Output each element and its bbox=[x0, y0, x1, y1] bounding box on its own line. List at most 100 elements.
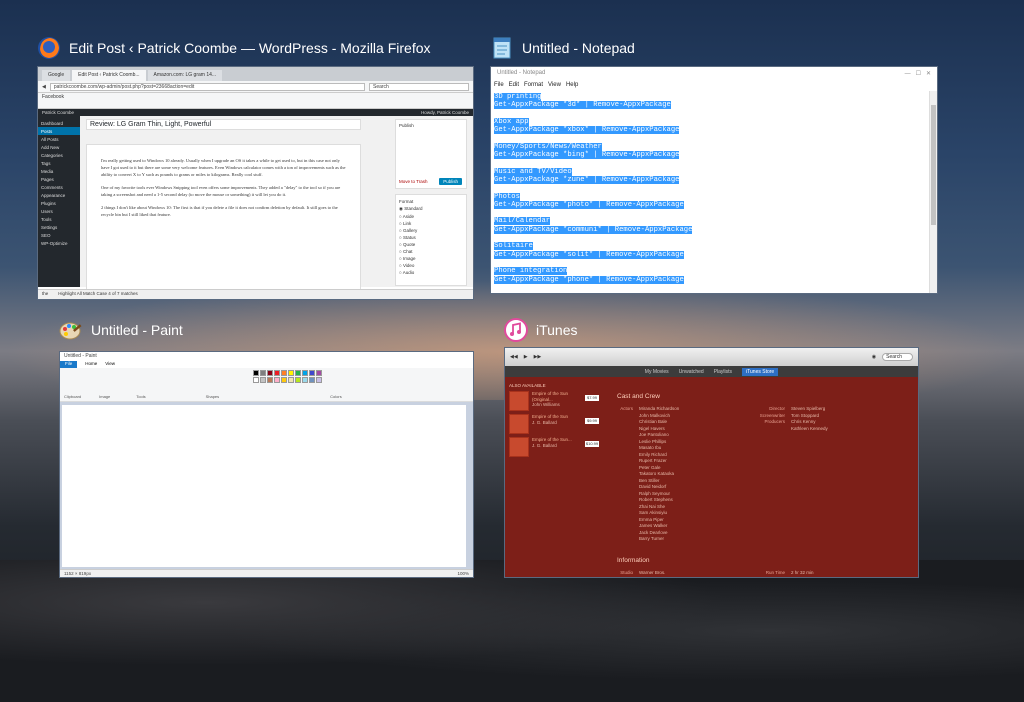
ribbon-tab-home[interactable]: Home bbox=[85, 361, 97, 368]
menu-help[interactable]: Help bbox=[566, 82, 578, 90]
fast-forward-icon[interactable]: ▶▶ bbox=[534, 354, 542, 360]
format-option-status[interactable]: ○ Status bbox=[399, 234, 463, 241]
wp-site-name[interactable]: Patrick Coombe bbox=[42, 109, 74, 116]
wp-menu-plugins[interactable]: Plugins bbox=[38, 199, 80, 207]
ribbon-tab-file[interactable]: File bbox=[60, 361, 78, 368]
palette-color-green[interactable] bbox=[295, 370, 302, 376]
ribbon-group-colors[interactable]: Colors bbox=[330, 394, 342, 399]
account-icon[interactable]: ◉ bbox=[872, 354, 876, 360]
wp-menu-seo[interactable]: SEO bbox=[38, 231, 80, 239]
palette-color-darkred[interactable] bbox=[267, 370, 274, 376]
producer-link[interactable]: Kathleen Kennedy bbox=[791, 426, 828, 433]
wp-menu-wp-optimize[interactable]: WP-Optimize bbox=[38, 239, 80, 247]
ribbon-group-clipboard[interactable]: Clipboard bbox=[64, 394, 81, 399]
ribbon-group-image[interactable]: Image bbox=[99, 394, 110, 399]
notepad-thumbnail[interactable]: Untitled - Notepad — ☐ ✕ File Edit Forma… bbox=[490, 66, 938, 294]
wp-menu-appearance[interactable]: Appearance bbox=[38, 191, 80, 199]
paint-thumbnail[interactable]: Untitled - Paint File Home View Clipboar… bbox=[59, 351, 474, 578]
palette-color-orange[interactable] bbox=[281, 370, 288, 376]
palette-color-gray[interactable] bbox=[260, 370, 267, 376]
wp-menu-pages[interactable]: Pages bbox=[38, 175, 80, 183]
bookmark-facebook[interactable]: Facebook bbox=[42, 94, 64, 100]
ribbon-group-tools[interactable]: Tools bbox=[136, 394, 145, 399]
paint-window-title[interactable]: Untitled - Paint bbox=[59, 318, 183, 342]
firefox-search-input[interactable]: Search bbox=[369, 82, 469, 91]
nav-playlists[interactable]: Playlists bbox=[714, 369, 732, 375]
palette-color-indigo[interactable] bbox=[309, 370, 316, 376]
firefox-tab-amazon[interactable]: Amazon.com: LG gram 14... bbox=[147, 70, 223, 81]
wp-menu-tools[interactable]: Tools bbox=[38, 215, 80, 223]
back-icon[interactable]: ◀ bbox=[42, 84, 46, 90]
firefox-thumbnail[interactable]: Google Edit Post ‹ Patrick Coomb... Amaz… bbox=[37, 66, 474, 300]
menu-file[interactable]: File bbox=[494, 82, 504, 90]
firefox-window-title[interactable]: Edit Post ‹ Patrick Coombe — WordPress -… bbox=[37, 36, 431, 60]
palette-color-lightturquoise[interactable] bbox=[302, 377, 309, 383]
move-to-trash-link[interactable]: Move to Trash bbox=[399, 179, 428, 184]
firefox-tab-edit-post[interactable]: Edit Post ‹ Patrick Coomb... bbox=[72, 70, 146, 81]
menu-view[interactable]: View bbox=[548, 82, 561, 90]
wp-menu-add-new[interactable]: Add New bbox=[38, 143, 80, 151]
palette-color-gold[interactable] bbox=[281, 377, 288, 383]
actor-link[interactable]: Barry Turner bbox=[639, 536, 749, 543]
publish-button[interactable]: Publish bbox=[439, 178, 462, 185]
wp-howdy[interactable]: Howdy, Patrick Coombe bbox=[421, 109, 469, 116]
wp-menu-media[interactable]: Media bbox=[38, 167, 80, 175]
wp-menu-settings[interactable]: Settings bbox=[38, 223, 80, 231]
paint-canvas[interactable] bbox=[62, 405, 466, 567]
related-item[interactable]: Empire of the Sun... J. G. Ballard $10.99 bbox=[509, 437, 599, 457]
palette-color-lavender[interactable] bbox=[316, 377, 323, 383]
scrollbar-thumb[interactable] bbox=[931, 105, 936, 225]
find-options[interactable]: Highlight All Match Case 4 of 7 matches bbox=[58, 291, 138, 298]
itunes-window-title[interactable]: iTunes bbox=[504, 318, 578, 342]
wp-menu-users[interactable]: Users bbox=[38, 207, 80, 215]
menu-edit[interactable]: Edit bbox=[509, 82, 519, 90]
nav-itunes-store[interactable]: iTunes Store bbox=[742, 367, 779, 376]
palette-color-bluegray[interactable] bbox=[309, 377, 316, 383]
zoom-level[interactable]: 100% bbox=[457, 571, 469, 577]
palette-color-lightgray[interactable] bbox=[260, 377, 267, 383]
ribbon-tab-view[interactable]: View bbox=[105, 361, 115, 368]
itunes-thumbnail[interactable]: ◀◀ ▶ ▶▶ ◉ Search My Movies Unwatched Pla… bbox=[504, 347, 919, 578]
nav-unwatched[interactable]: Unwatched bbox=[679, 369, 704, 375]
palette-color-black[interactable] bbox=[253, 370, 260, 376]
price-button[interactable]: $10.99 bbox=[585, 441, 599, 447]
notepad-text-area[interactable]: 3D printing Get-AppxPackage *3d* | Remov… bbox=[491, 91, 937, 286]
palette-color-red[interactable] bbox=[274, 370, 281, 376]
wp-menu-posts[interactable]: Posts bbox=[38, 127, 80, 135]
nav-my-movies[interactable]: My Movies bbox=[645, 369, 669, 375]
price-button[interactable]: $7.99 bbox=[585, 395, 599, 401]
firefox-tab-google[interactable]: Google bbox=[42, 70, 71, 81]
price-button[interactable]: $9.99 bbox=[585, 418, 599, 424]
format-option-link[interactable]: ○ Link bbox=[399, 220, 463, 227]
palette-color-lightyellow[interactable] bbox=[288, 377, 295, 383]
wp-menu-dashboard[interactable]: Dashboard bbox=[38, 119, 80, 127]
url-field[interactable]: patrickcoombe.com/wp-admin/post.php?post… bbox=[49, 82, 365, 91]
itunes-search-input[interactable]: Search bbox=[882, 353, 913, 361]
palette-color-white[interactable] bbox=[253, 377, 260, 383]
palette-color-brown[interactable] bbox=[267, 377, 274, 383]
palette-color-yellow[interactable] bbox=[288, 370, 295, 376]
find-input[interactable]: the bbox=[42, 291, 48, 298]
format-option-gallery[interactable]: ○ Gallery bbox=[399, 227, 463, 234]
wp-menu-all-posts[interactable]: All Posts bbox=[38, 135, 80, 143]
ribbon-group-shapes[interactable]: Shapes bbox=[206, 394, 220, 399]
window-controls[interactable]: — ☐ ✕ bbox=[905, 70, 931, 78]
play-icon[interactable]: ▶ bbox=[524, 354, 528, 360]
format-option-audio[interactable]: ○ Audio bbox=[399, 269, 463, 276]
wp-menu-tags[interactable]: Tags bbox=[38, 159, 80, 167]
menu-format[interactable]: Format bbox=[524, 82, 543, 90]
wp-menu-categories[interactable]: Categories bbox=[38, 151, 80, 159]
palette-color-purple[interactable] bbox=[316, 370, 323, 376]
palette-color-rose[interactable] bbox=[274, 377, 281, 383]
format-option-quote[interactable]: ○ Quote bbox=[399, 241, 463, 248]
notepad-scrollbar[interactable] bbox=[929, 91, 937, 293]
rewind-icon[interactable]: ◀◀ bbox=[510, 354, 518, 360]
notepad-window-title[interactable]: Untitled - Notepad bbox=[490, 36, 635, 60]
post-content-editor[interactable]: I'm really getting used to Windows 10 al… bbox=[86, 144, 361, 294]
format-option-image[interactable]: ○ Image bbox=[399, 255, 463, 262]
format-option-video[interactable]: ○ Video bbox=[399, 262, 463, 269]
related-item[interactable]: Empire of the Sun J. G. Ballard $9.99 bbox=[509, 414, 599, 434]
wp-menu-comments[interactable]: Comments bbox=[38, 183, 80, 191]
palette-color-lime[interactable] bbox=[295, 377, 302, 383]
format-option-aside[interactable]: ○ Aside bbox=[399, 213, 463, 220]
